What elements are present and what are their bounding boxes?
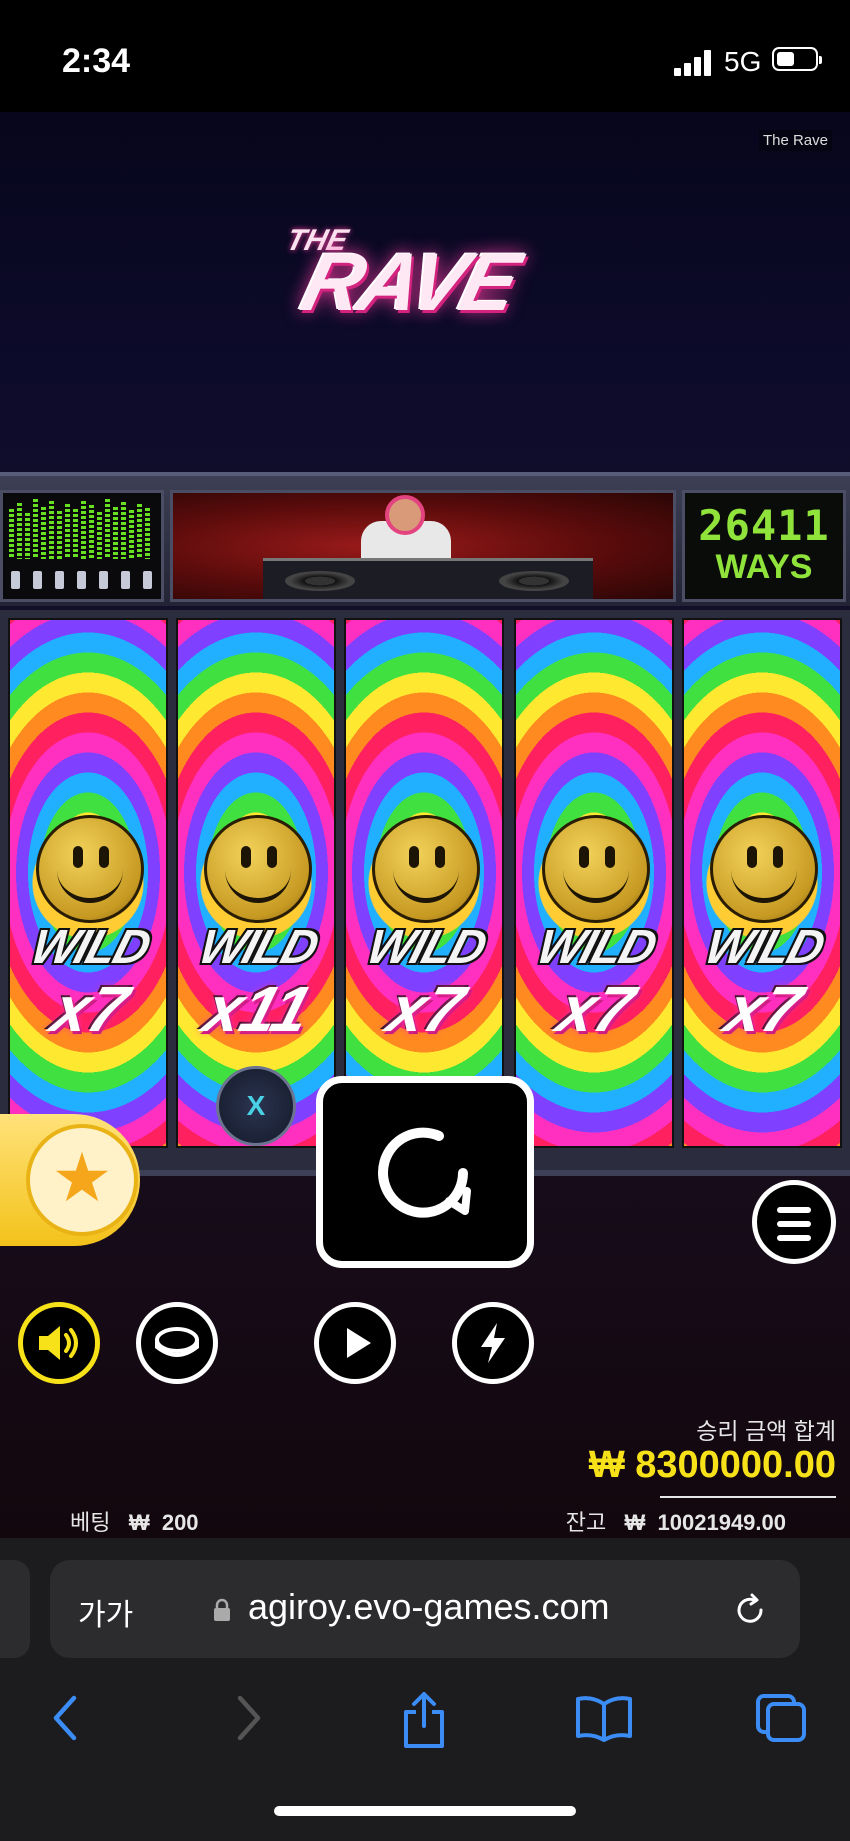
game-name-label: The Rave <box>758 130 832 151</box>
wild-label: WILD <box>531 921 661 974</box>
bookmarks-icon[interactable] <box>574 1690 634 1746</box>
smiley-icon <box>36 815 144 923</box>
clock: 2:34 <box>62 42 131 80</box>
bet-label: 베팅 <box>70 1510 111 1535</box>
wild-multiplier: x11 <box>196 973 320 1045</box>
smiley-icon <box>542 815 650 923</box>
back-icon[interactable] <box>46 1690 86 1746</box>
dj-decks <box>263 558 593 599</box>
balance-label: 잔고 <box>565 1510 607 1535</box>
speaker-icon <box>39 1326 78 1360</box>
dj-head <box>385 495 425 535</box>
balance-display: 잔고 ₩ 10021949.00 <box>566 1505 786 1537</box>
bet-currency: ₩ <box>128 1510 150 1535</box>
smiley-icon <box>710 815 818 923</box>
total-win-amount: ₩ 8300000.00 <box>588 1444 836 1486</box>
ways-display: 26411 WAYS <box>682 490 846 602</box>
dj-character-banner <box>170 490 676 602</box>
smiley-icon <box>204 815 312 923</box>
network-type: 5G <box>724 46 762 77</box>
balance-currency: ₩ <box>624 1510 646 1535</box>
coin-icon <box>155 1327 199 1357</box>
logo-rave: RAVE <box>293 237 526 328</box>
battery-icon <box>772 47 822 71</box>
home-indicator <box>274 1806 576 1816</box>
tabs-icon[interactable] <box>752 1690 812 1746</box>
bet-coin-button[interactable] <box>136 1302 218 1384</box>
autoplay-button[interactable] <box>314 1302 396 1384</box>
game-logo: THE RAVE <box>256 222 603 332</box>
star-bolt-icon: ★ <box>26 1124 138 1236</box>
spin-button[interactable] <box>316 1076 534 1268</box>
play-icon <box>347 1328 371 1358</box>
wild-label: WILD <box>25 921 155 974</box>
text-size-button[interactable]: 가가 <box>78 1590 133 1634</box>
previous-tab-edge[interactable] <box>0 1560 30 1658</box>
smiley-icon <box>372 815 480 923</box>
url-text: agiroy.evo-games.com <box>248 1586 610 1627</box>
wild-multiplier: x7 <box>718 973 810 1045</box>
menu-button[interactable] <box>752 1180 836 1264</box>
status-bar: 2:34 5G <box>0 0 850 112</box>
equalizer-panel <box>0 490 164 602</box>
wild-multiplier: x7 <box>380 973 472 1045</box>
lightning-icon <box>481 1323 505 1363</box>
spin-icon <box>378 1127 471 1218</box>
bet-display: 베팅 ₩ 200 <box>70 1505 199 1537</box>
feature-buy-button[interactable]: ★ <box>0 1114 140 1246</box>
top-frame: 26411 WAYS <box>0 472 850 606</box>
ways-label: WAYS <box>715 548 813 586</box>
address-bar[interactable]: 가가 agiroy.evo-games.com <box>50 1560 800 1658</box>
wild-label: WILD <box>699 921 829 974</box>
balance-value: 10021949.00 <box>657 1510 786 1535</box>
forward-icon[interactable] <box>228 1690 268 1746</box>
ways-count: 26411 <box>698 501 830 550</box>
signal-icon <box>674 50 714 76</box>
bet-value: 200 <box>161 1510 199 1535</box>
browser-chrome: 가가 agiroy.evo-games.com <box>0 1538 850 1841</box>
total-win-label: 승리 금액 합계 <box>696 1418 836 1444</box>
share-icon[interactable] <box>398 1690 450 1750</box>
turbo-button[interactable] <box>452 1302 534 1384</box>
wild-label: WILD <box>361 921 491 974</box>
wild-multiplier: x7 <box>550 973 642 1045</box>
wild-label: WILD <box>193 921 323 974</box>
sound-button[interactable] <box>18 1302 100 1384</box>
reload-icon[interactable] <box>730 1590 770 1630</box>
browser-toolbar <box>0 1680 850 1760</box>
win-underline <box>660 1496 836 1498</box>
wild-multiplier: x7 <box>44 973 136 1045</box>
x-feature-badge[interactable]: X <box>216 1066 296 1146</box>
lock-icon <box>214 1598 230 1621</box>
